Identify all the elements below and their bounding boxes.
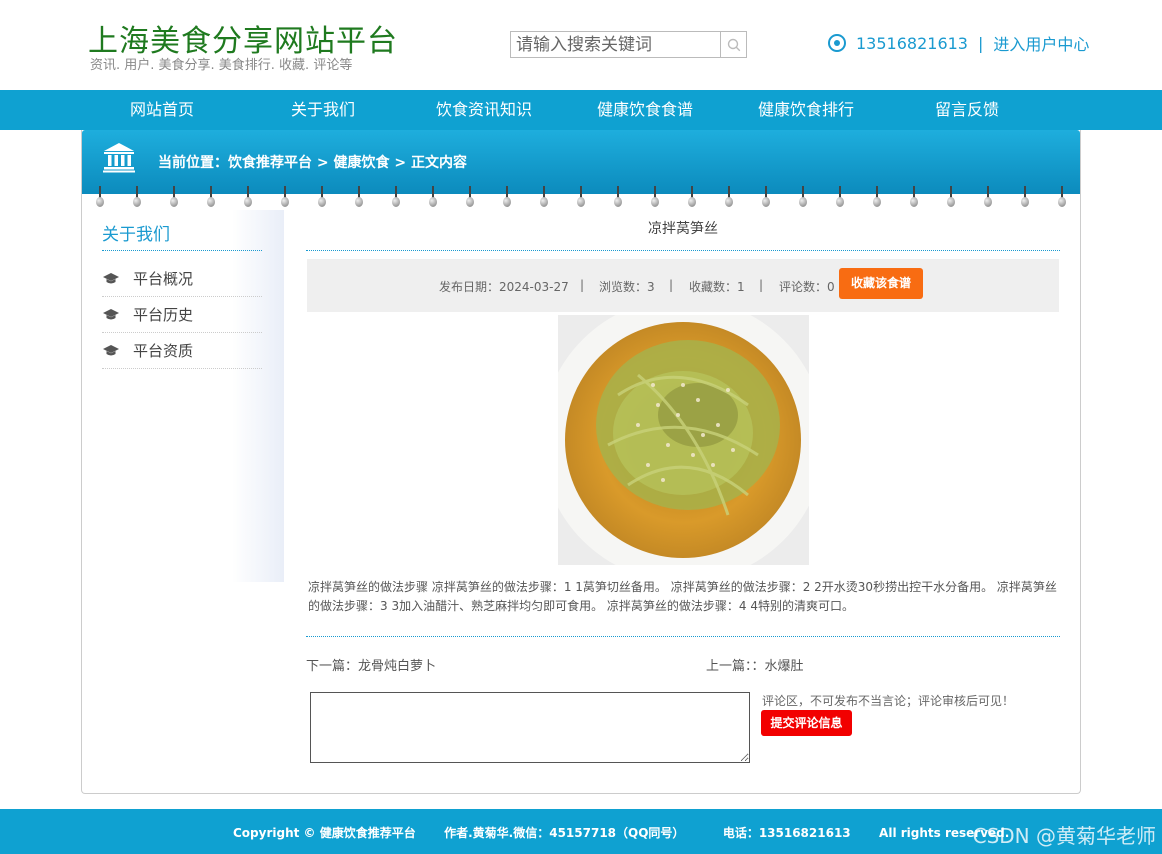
graduation-cap-icon [103, 272, 119, 283]
binder-ring [96, 186, 104, 208]
sidebar-item-history[interactable]: 平台历史 [102, 297, 262, 333]
view-count: 浏览数：3 [599, 280, 655, 294]
footer: Copyright © 健康饮食推荐平台 作者.黄菊华.微信：45157718（… [0, 809, 1162, 854]
recipe-image [558, 315, 809, 565]
binder-ring [429, 186, 437, 208]
prev-article-link[interactable]: 上一篇：：水爆肚 [706, 655, 804, 674]
binder-ring [799, 186, 807, 208]
search-box [510, 31, 747, 58]
article-body: 凉拌莴笋丝的做法步骤 凉拌莴笋丝的做法步骤：1 1莴笋切丝备用。 凉拌莴笋丝的做… [308, 580, 1057, 613]
binder-ring [466, 186, 474, 208]
nav-item-feedback[interactable]: 留言反馈 [892, 90, 1042, 130]
binder-ring [1058, 186, 1066, 208]
contact-bar: 13516821613 | 进入用户中心 [828, 31, 1089, 55]
footer-info: Copyright © 健康饮食推荐平台 作者.黄菊华.微信：45157718（… [233, 824, 1009, 841]
binder-ring [947, 186, 955, 208]
comment-count: 评论数：0 [779, 280, 835, 294]
divider [306, 636, 1060, 637]
sidebar-item-label: 平台概况 [133, 270, 194, 288]
binder-ring [392, 186, 400, 208]
building-icon [103, 143, 135, 173]
user-center-link[interactable]: 进入用户中心 [993, 31, 1089, 55]
binder-ring [910, 186, 918, 208]
meta-separator: | [759, 278, 764, 292]
binder-ring [688, 186, 696, 208]
binder-ring [207, 186, 215, 208]
meta-separator: | [580, 278, 585, 292]
header: 上海美食分享网站平台 资讯. 用户. 美食分享. 美食排行. 收藏. 评论等 1… [0, 0, 1162, 90]
binder-ring [281, 186, 289, 208]
divider [102, 250, 262, 251]
location-icon [828, 34, 846, 52]
binder-ring [540, 186, 548, 208]
graduation-cap-icon [103, 344, 119, 355]
binder-ring [1021, 186, 1029, 208]
nav-item-ranking[interactable]: 健康饮食排行 [731, 90, 881, 130]
footer-tel: 电话：13516821613 [722, 826, 851, 840]
footer-copyright: Copyright © 健康饮食推荐平台 [233, 826, 416, 840]
footer-author: 作者.黄菊华.微信：45157718（QQ同号） [444, 826, 685, 840]
site-subtitle: 资讯. 用户. 美食分享. 美食排行. 收藏. 评论等 [90, 58, 353, 73]
binder-ring [762, 186, 770, 208]
page: 上海美食分享网站平台 资讯. 用户. 美食分享. 美食排行. 收藏. 评论等 1… [0, 0, 1162, 854]
nav-item-home[interactable]: 网站首页 [87, 90, 237, 130]
search-input[interactable] [511, 32, 721, 57]
binder-ring [614, 186, 622, 208]
nav-item-recipes[interactable]: 健康饮食食谱 [570, 90, 720, 130]
binder-ring [984, 186, 992, 208]
nav-item-about[interactable]: 关于我们 [248, 90, 398, 130]
divider [306, 250, 1060, 251]
breadcrumb-banner: 当前位置：饮食推荐平台 > 健康饮食 > 正文内容 [82, 130, 1080, 194]
sidebar-item-qualification[interactable]: 平台资质 [102, 333, 262, 369]
watermark: CSDN @黄菊华老师 [972, 824, 1156, 848]
binder-ring [133, 186, 141, 208]
comment-hint: 评论区，不可发布不当言论；评论审核后可见！ [762, 694, 1015, 708]
binder-ring [651, 186, 659, 208]
phone-number: 13516821613 [856, 33, 968, 53]
article-meta-bar: 发布日期：2024-03-27 | 浏览数：3 | 收藏数：1 | 评论数：0 … [307, 259, 1059, 312]
separator: | [977, 33, 984, 53]
graduation-cap-icon [103, 308, 119, 319]
favorite-count: 收藏数：1 [689, 280, 745, 294]
sidebar-item-label: 平台资质 [133, 342, 194, 360]
binder-ring [577, 186, 585, 208]
sidebar-item-label: 平台历史 [133, 306, 194, 324]
binder-ring [503, 186, 511, 208]
sidebar-title: 关于我们 [102, 225, 170, 245]
meta-separator: | [669, 278, 674, 292]
binder-ring [725, 186, 733, 208]
binder-ring [170, 186, 178, 208]
submit-comment-button[interactable]: 提交评论信息 [761, 710, 852, 736]
main-nav: 网站首页 关于我们 饮食资讯知识 健康饮食食谱 健康饮食排行 留言反馈 [0, 90, 1162, 130]
breadcrumb: 当前位置：饮食推荐平台 > 健康饮食 > 正文内容 [158, 155, 467, 171]
next-article-link[interactable]: 下一篇：龙骨炖白萝卜 [306, 655, 436, 674]
comment-textarea[interactable] [310, 692, 750, 763]
binder-rings [82, 186, 1080, 210]
binder-ring [244, 186, 252, 208]
sidebar-item-overview[interactable]: 平台概况 [102, 261, 262, 297]
search-button[interactable] [720, 32, 746, 57]
nav-item-news[interactable]: 饮食资讯知识 [409, 90, 559, 130]
binder-ring [318, 186, 326, 208]
content-frame: 当前位置：饮食推荐平台 > 健康饮食 > 正文内容 关于我们 平台概况 平台历史… [81, 130, 1081, 794]
article-title: 凉拌莴笋丝 [648, 221, 718, 237]
binder-ring [836, 186, 844, 208]
publish-date: 发布日期：2024-03-27 [439, 280, 569, 294]
search-icon [727, 38, 740, 51]
binder-ring [355, 186, 363, 208]
favorite-recipe-button[interactable]: 收藏该食谱 [839, 268, 923, 299]
binder-ring [873, 186, 881, 208]
